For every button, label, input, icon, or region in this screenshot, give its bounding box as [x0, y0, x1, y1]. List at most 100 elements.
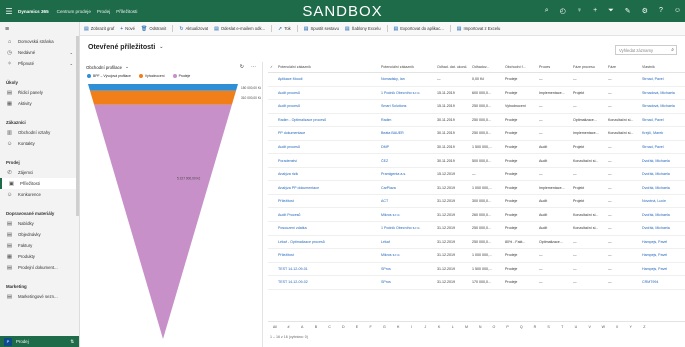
- table-cell[interactable]: Radim: [379, 118, 435, 122]
- table-cell[interactable]: Analýza rizik: [276, 172, 379, 176]
- table-cell[interactable]: Strnad, Pavel: [640, 145, 685, 149]
- table-row[interactable]: TEST 14-12-09-02 SPros 31.12.2019 170 000,0…: [268, 276, 685, 290]
- legend-item[interactable]: BPF – Vývojová profilace: [87, 74, 131, 78]
- table-row[interactable]: TEST 14-12-09-01 SPros 31.12.2019 1 500 000…: [268, 263, 685, 277]
- table-cell[interactable]: Dvořák, Michaela: [640, 226, 685, 230]
- alphabet-filter-letter[interactable]: V: [583, 325, 597, 329]
- select-all-checkbox[interactable]: ✓: [268, 65, 276, 69]
- table-cell[interactable]: Posouzení zdatka: [276, 226, 379, 230]
- sidebar-item[interactable]: ▥ Obchodní vztahy: [0, 127, 79, 138]
- lightbulb-icon[interactable]: ♀: [577, 7, 582, 15]
- table-cell[interactable]: TEST 14-12-09-01: [276, 267, 379, 271]
- funnel-segment[interactable]: [88, 84, 238, 91]
- table-row[interactable]: Aplikace Moodi Nomadsky, Ian —0,00 Kč Prode…: [268, 73, 685, 87]
- nav-item[interactable]: ◷ Nedávné ⌄: [0, 47, 79, 58]
- column-header[interactable]: Odhad. dat. ukonč.: [435, 65, 470, 69]
- funnel-segment[interactable]: [89, 90, 237, 105]
- table-cell[interactable]: Strnad, Pavel: [640, 77, 685, 81]
- gear-icon[interactable]: ⚙: [642, 7, 648, 15]
- search-icon[interactable]: ⌕: [671, 47, 674, 53]
- table-row[interactable]: Radim - Optimalizace procesů Radim 30.11.2…: [268, 114, 685, 128]
- column-header[interactable]: Potenciální zákazník: [379, 65, 435, 69]
- alphabet-filter-letter[interactable]: G: [378, 325, 392, 329]
- alphabet-filter-letter[interactable]: N: [473, 325, 487, 329]
- sidebar-item[interactable]: ☺ Konkurence: [0, 189, 79, 200]
- sidebar-item[interactable]: ▣ Příležitosti: [0, 178, 79, 189]
- search-input[interactable]: Vyhledat záznamy ⌕: [615, 45, 677, 55]
- table-cell[interactable]: Nomadsky, Ian: [379, 77, 435, 81]
- table-cell[interactable]: Novotná, Lucie: [640, 199, 685, 203]
- alphabet-filter-letter[interactable]: I: [405, 325, 419, 329]
- table-row[interactable]: Lékař - Optimalizace procesů Lékař 31.12.2…: [268, 236, 685, 250]
- breadcrumb-item[interactable]: Příležitosti: [116, 9, 137, 14]
- table-cell[interactable]: ČEZ: [379, 159, 435, 163]
- funnel-segment[interactable]: [94, 104, 232, 339]
- table-cell[interactable]: Beáta BAUER: [379, 131, 435, 135]
- sidebar-item[interactable]: ▤ Řídicí panely: [0, 87, 79, 98]
- table-cell[interactable]: Pramigenta a.s.: [379, 172, 435, 176]
- chevron-down-icon[interactable]: ⌄: [159, 44, 163, 50]
- area-switcher[interactable]: P Prodej ⇅: [0, 336, 79, 347]
- alphabet-filter-letter[interactable]: P: [501, 325, 515, 329]
- table-row[interactable]: Audit Procesů Mikros s.r.o. 31.12.2019 260 …: [268, 208, 685, 223]
- chart-title[interactable]: Obchodní profilace: [86, 65, 122, 70]
- column-header[interactable]: Obchodní f...: [503, 65, 537, 69]
- table-cell[interactable]: Mikros s.r.o.: [379, 253, 435, 257]
- nav-item[interactable]: ⌂ Domovská stránka: [0, 36, 79, 47]
- sidebar-item[interactable]: ▤ Objednávky: [0, 229, 79, 240]
- alphabet-filter-letter[interactable]: All: [268, 325, 282, 329]
- view-title[interactable]: Otevřené příležitosti: [88, 44, 155, 51]
- table-cell[interactable]: TEST 14-12-09-02: [276, 280, 379, 284]
- table-cell[interactable]: CarPlaza: [379, 186, 435, 190]
- alphabet-filter-letter[interactable]: W: [597, 325, 611, 329]
- sidebar-item[interactable]: ▤ Marketingové sezn...: [0, 291, 79, 302]
- alphabet-filter-letter[interactable]: J: [419, 325, 433, 329]
- sidebar-item[interactable]: ☺ Kontakty: [0, 138, 79, 149]
- table-row[interactable]: Analýza rizik Pramigenta a.s. 15.12.2019 — P…: [268, 168, 685, 182]
- table-cell[interactable]: SPros: [379, 267, 435, 271]
- user-icon[interactable]: ☺: [674, 7, 681, 15]
- app-launcher-icon[interactable]: ☰: [0, 7, 18, 16]
- table-cell[interactable]: Příležitost: [276, 199, 379, 203]
- alphabet-filter-letter[interactable]: U: [569, 325, 583, 329]
- table-row[interactable]: Příležitost ACT 31.12.2019 300 000,0... Prod…: [268, 195, 685, 209]
- table-row[interactable]: Poradenství ČEZ 30.11.2019 500 000,0... Prod…: [268, 154, 685, 168]
- filter-icon[interactable]: ⏷: [608, 7, 614, 15]
- alphabet-filter-letter[interactable]: S: [542, 325, 556, 329]
- alphabet-filter-letter[interactable]: B: [309, 325, 323, 329]
- sidebar-item[interactable]: ▤ Prodejní dokument...: [0, 262, 79, 273]
- command-button[interactable]: ▤ Spustit sestavu: [304, 26, 339, 32]
- command-button[interactable]: 🗑 Odstranit: [141, 26, 166, 32]
- command-button[interactable]: ▤ Importovat z Excelu: [457, 26, 501, 32]
- help-icon[interactable]: ?: [659, 7, 663, 15]
- sidebar-item[interactable]: ▦ Produkty: [0, 251, 79, 262]
- table-cell[interactable]: Mikros s.r.o.: [379, 213, 435, 217]
- column-header[interactable]: Fáze procesu: [571, 65, 606, 69]
- table-cell[interactable]: Analýza PP dokumentace: [276, 186, 379, 190]
- table-row[interactable]: Audit procesů Smart Solutions 15.11.2019 25…: [268, 100, 685, 114]
- alphabet-filter-letter[interactable]: M: [460, 325, 474, 329]
- alphabet-filter-letter[interactable]: A: [295, 325, 309, 329]
- command-button[interactable]: + Nové: [120, 26, 135, 32]
- table-cell[interactable]: 1 Podnik Obecního s.r.o.: [379, 91, 435, 95]
- table-cell[interactable]: SPros: [379, 280, 435, 284]
- legend-item[interactable]: Prodeje: [172, 74, 190, 78]
- table-cell[interactable]: Strnadová, Michaela: [640, 91, 685, 95]
- column-header[interactable]: Fáze: [606, 65, 640, 69]
- table-cell[interactable]: Krejčí, Marek: [640, 131, 685, 135]
- assistant-icon[interactable]: ✎: [625, 7, 631, 15]
- sidebar-item[interactable]: ▤ Nabídky: [0, 218, 79, 229]
- column-header[interactable]: Odhadov...: [470, 65, 503, 69]
- hamburger-icon[interactable]: ≡: [0, 22, 79, 36]
- column-header[interactable]: Vlastník: [640, 65, 685, 69]
- table-cell[interactable]: Audit procesů: [276, 104, 379, 108]
- table-cell[interactable]: Lékař - Optimalizace procesů: [276, 240, 379, 244]
- table-cell[interactable]: Audit Procesů: [276, 213, 379, 217]
- table-cell[interactable]: Poradenství: [276, 159, 379, 163]
- alphabet-filter-letter[interactable]: #: [282, 325, 296, 329]
- alphabet-filter-letter[interactable]: T: [555, 325, 569, 329]
- command-button[interactable]: ▤ Zobrazit graf: [84, 26, 114, 32]
- table-cell[interactable]: Strnad, Pavel: [640, 118, 685, 122]
- command-button[interactable]: ➚ Tok: [278, 26, 291, 32]
- table-cell[interactable]: Lékař: [379, 240, 435, 244]
